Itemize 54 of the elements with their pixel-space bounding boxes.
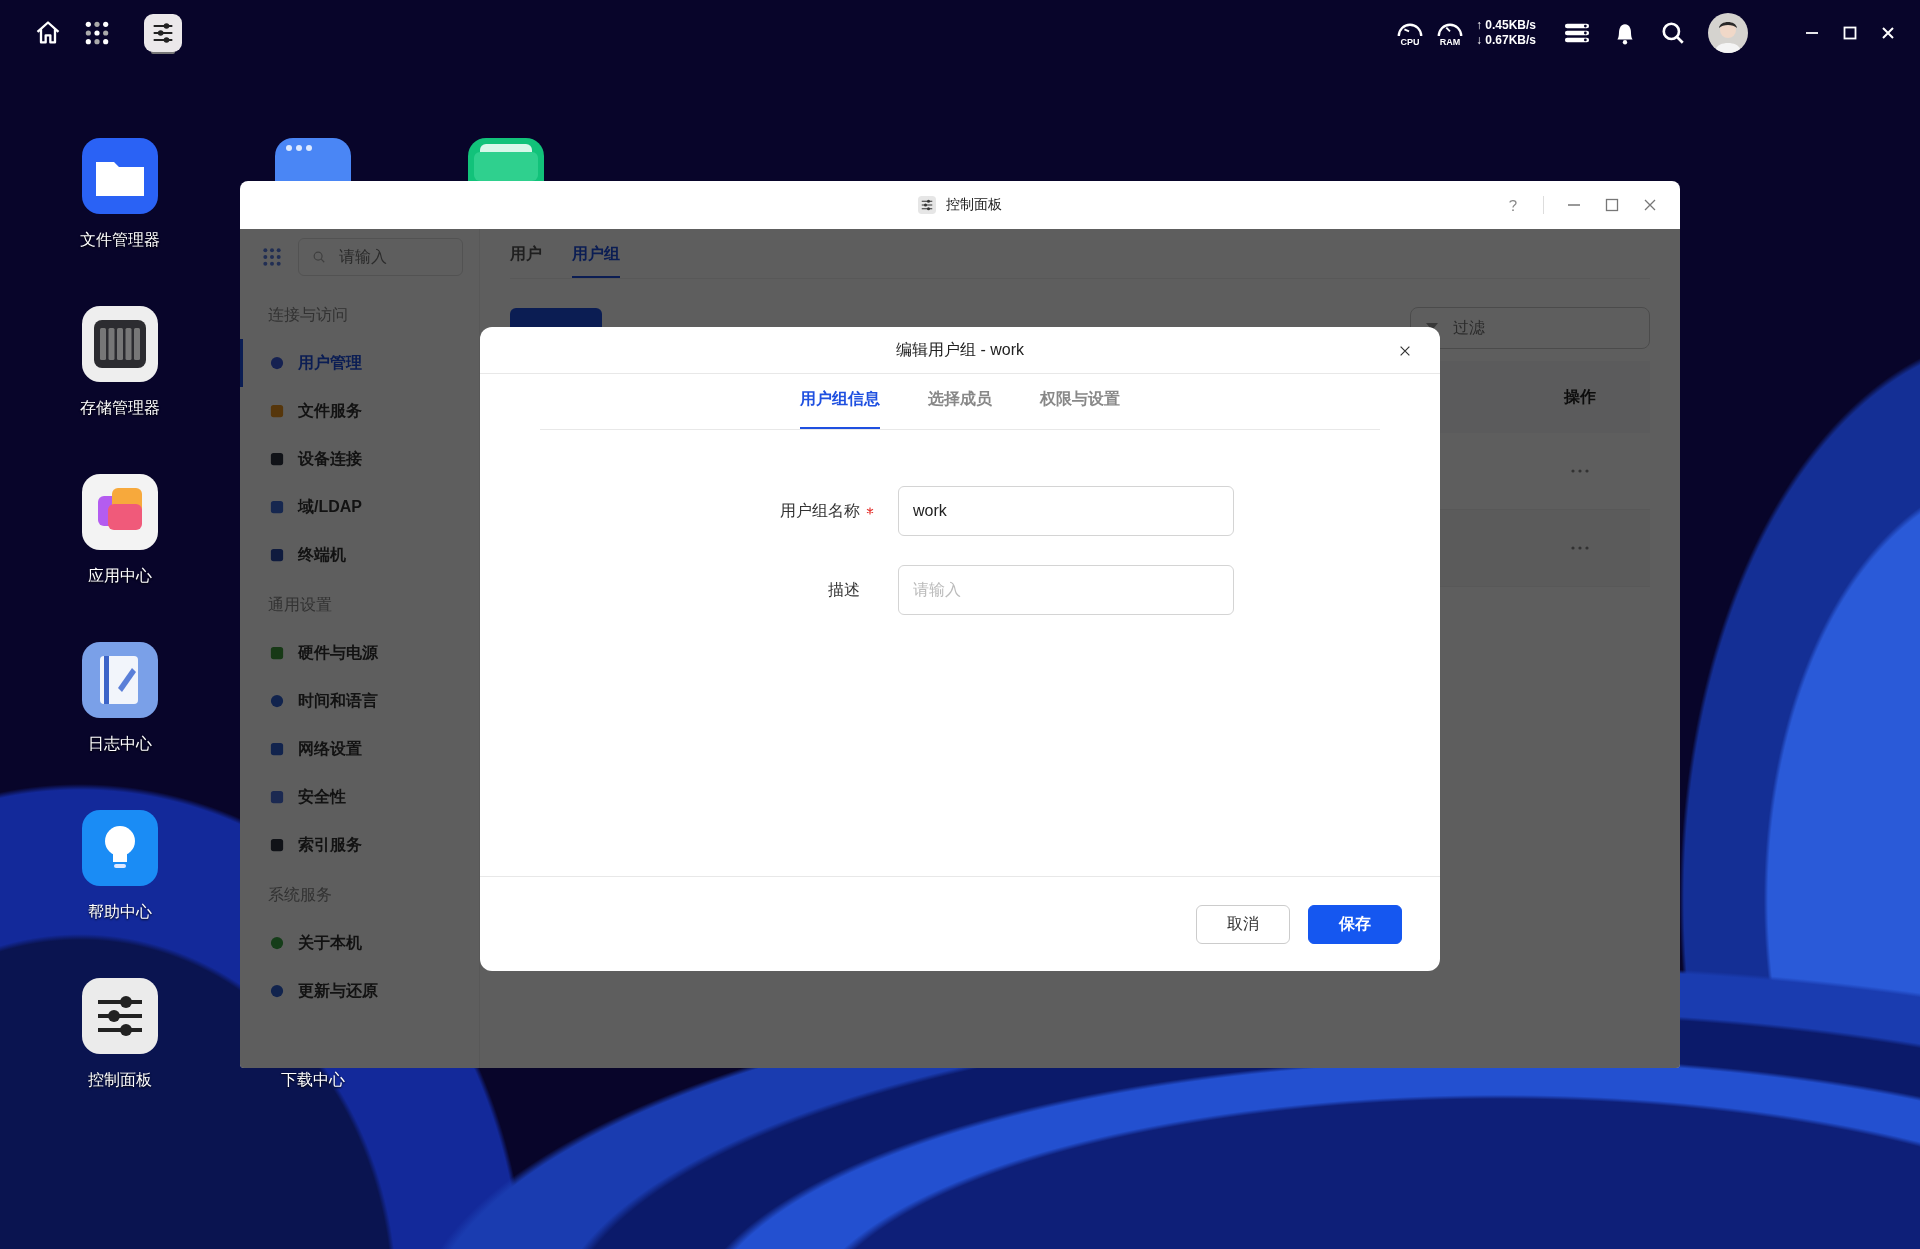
ram-label: RAM: [1439, 36, 1461, 47]
window-title: 控制面板: [946, 196, 1002, 214]
close-icon[interactable]: [1880, 25, 1896, 41]
sliders-icon: [918, 196, 936, 214]
square-icon: [270, 790, 284, 804]
download-speed: ↓ 0.67KB/s: [1475, 33, 1536, 48]
desktop-icon-label[interactable]: 日志中心: [88, 734, 152, 755]
storage-app-icon[interactable]: [82, 306, 158, 382]
apps-grid-icon[interactable]: [84, 20, 110, 46]
folder-app-icon[interactable]: [82, 138, 158, 214]
dot-icon: [270, 694, 284, 708]
apps-app-icon[interactable]: [82, 474, 158, 550]
folder-app-icon[interactable]: [468, 138, 544, 181]
desktop-icon-label[interactable]: 下载中心: [281, 1070, 345, 1091]
home-icon[interactable]: [34, 19, 62, 47]
desktop-icon-label[interactable]: 文件管理器: [80, 230, 160, 251]
field-label: 用户组名称: [780, 500, 860, 521]
desktop-icon-label[interactable]: 应用中心: [88, 566, 152, 587]
cancel-button[interactable]: 取消: [1196, 904, 1290, 944]
square-icon: [270, 838, 284, 852]
square-icon: [270, 500, 284, 514]
tab[interactable]: 用户组: [572, 230, 620, 278]
square-icon: [270, 404, 284, 418]
search-icon[interactable]: [1660, 20, 1686, 46]
dialog-title: 编辑用户组 - work: [896, 339, 1024, 360]
field-label: 描述: [828, 579, 860, 600]
tab[interactable]: 用户组信息: [800, 374, 880, 429]
search-icon: [312, 250, 326, 264]
square-icon: [270, 548, 284, 562]
cpu-label: CPU: [1400, 36, 1420, 47]
input-field[interactable]: work: [898, 486, 1234, 536]
save-button[interactable]: 保存: [1308, 904, 1402, 944]
avatar[interactable]: [1708, 13, 1748, 53]
desktop-icon-label[interactable]: 控制面板: [88, 1070, 152, 1091]
tab[interactable]: 选择成员: [928, 374, 992, 429]
square-icon: [270, 646, 284, 660]
dot-icon: [270, 984, 284, 998]
square-icon: [270, 742, 284, 756]
tab[interactable]: 用户: [510, 230, 542, 278]
square-icon: [270, 452, 284, 466]
lightbulb-app-icon[interactable]: [82, 810, 158, 886]
dot-icon: [270, 356, 284, 370]
close-icon[interactable]: [1398, 344, 1412, 358]
browser-app-icon[interactable]: [275, 138, 351, 181]
column-header: 操作: [1562, 386, 1597, 407]
control-panel-taskbar-icon[interactable]: [144, 14, 182, 52]
desktop-icon-label[interactable]: 存储管理器: [80, 398, 160, 419]
desktop-icon-label[interactable]: 帮助中心: [88, 902, 152, 923]
notebook-app-icon[interactable]: [82, 642, 158, 718]
dot-icon: [270, 936, 284, 950]
input-field[interactable]: 请输入: [898, 565, 1234, 615]
sliders-app-icon[interactable]: [82, 978, 158, 1054]
upload-speed: ↑ 0.45KB/s: [1475, 18, 1536, 33]
tab[interactable]: 权限与设置: [1040, 374, 1120, 429]
